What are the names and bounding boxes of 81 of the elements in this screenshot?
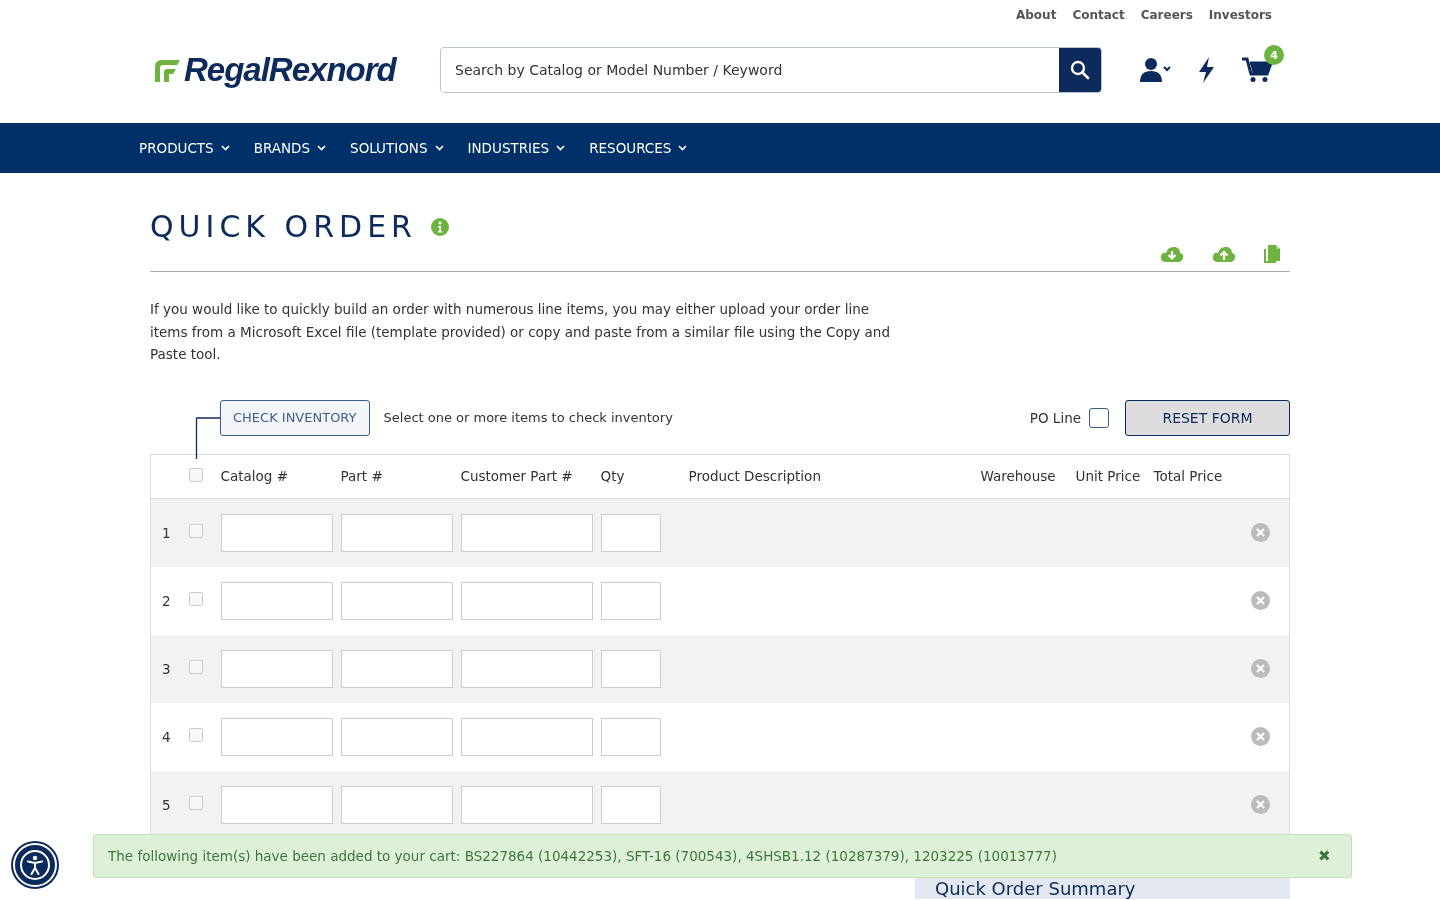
- top-link[interactable]: Investors: [1208, 8, 1272, 33]
- nav-menu-item[interactable]: RESOURCES: [589, 140, 688, 156]
- inventory-hint: Select one or more items to check inventory: [383, 410, 673, 425]
- column-header: Total Price: [1153, 468, 1223, 484]
- remove-row-icon[interactable]: [1251, 795, 1270, 814]
- close-button[interactable]: ✖: [1312, 847, 1337, 865]
- cart-added-message: The following item(s) have been added to your cart: BS227864 (10442253), SFT-16 (700543), 4SHSB1.12 (10287379), 1203225 (10013777): [108, 848, 1057, 864]
- catalog-input[interactable]: [220, 785, 333, 824]
- copy-icon[interactable]: [1264, 245, 1280, 263]
- customer-part-input[interactable]: [460, 649, 593, 688]
- leader-line: [194, 416, 220, 459]
- info-icon[interactable]: [430, 217, 449, 236]
- top-link[interactable]: About: [1016, 8, 1057, 33]
- account-icon[interactable]: [1140, 57, 1172, 83]
- page-title: QUICK ORDER: [150, 209, 417, 244]
- column-header: Qty: [600, 468, 625, 484]
- check-inventory-button[interactable]: CHECK INVENTORY: [220, 399, 370, 436]
- nav-menu-item[interactable]: SOLUTIONS: [350, 140, 444, 156]
- cart-button[interactable]: [1242, 57, 1272, 83]
- cloud-upload-icon[interactable]: [1212, 245, 1236, 263]
- column-header: Unit Price: [1075, 468, 1141, 484]
- po-line-label: PO Line: [1029, 409, 1081, 426]
- part-input[interactable]: [340, 513, 453, 552]
- catalog-input[interactable]: [220, 581, 333, 620]
- column-header: Catalog #: [220, 468, 288, 484]
- chevron-down-icon: [678, 145, 688, 151]
- customer-part-input[interactable]: [460, 581, 593, 620]
- part-input[interactable]: [340, 649, 453, 688]
- row-checkbox[interactable]: [188, 728, 203, 742]
- row-checkbox[interactable]: [188, 592, 203, 606]
- qty-input[interactable]: [600, 513, 661, 552]
- catalog-input[interactable]: [220, 717, 333, 756]
- cart-count-badge: 4: [1264, 45, 1284, 65]
- row-number: 5: [162, 796, 171, 813]
- row-number: 1: [162, 524, 171, 541]
- remove-row-icon[interactable]: [1251, 727, 1270, 746]
- row-number: 2: [162, 592, 171, 609]
- logo[interactable]: RegalRexnord: [152, 51, 440, 89]
- search-field[interactable]: Search by Catalog or Model Number / Keyword: [440, 47, 1102, 93]
- catalog-input[interactable]: [220, 513, 333, 552]
- column-header: Part #: [340, 468, 383, 484]
- column-header: Customer Part #: [460, 468, 573, 484]
- select-all-checkbox[interactable]: [188, 467, 203, 482]
- reset-form-button[interactable]: RESET FORM: [1125, 399, 1290, 436]
- column-header: Warehouse: [980, 468, 1056, 484]
- row-number: 3: [162, 660, 171, 677]
- chevron-down-icon: [317, 145, 327, 151]
- search-icon: [1070, 60, 1090, 80]
- instructions-text: If you would like to quickly build an order with numerous line items, you may either upload your order line items from a Microsoft Excel file (template provided) or copy and paste from a similar file using the Copy and Paste tool.: [150, 300, 891, 364]
- nav-menu-item[interactable]: PRODUCTS: [139, 140, 230, 156]
- chevron-down-icon: [220, 145, 230, 151]
- qty-input[interactable]: [600, 717, 661, 756]
- chevron-down-icon: [556, 145, 566, 151]
- top-link[interactable]: Careers: [1140, 8, 1193, 33]
- search-button[interactable]: [1059, 48, 1101, 92]
- summary-title: Quick Order Summary: [935, 877, 1137, 899]
- cloud-download-icon[interactable]: [1160, 245, 1184, 263]
- po-line-checkbox[interactable]: [1089, 407, 1109, 428]
- accessibility-icon: [19, 849, 51, 881]
- part-input[interactable]: [340, 581, 453, 620]
- remove-row-icon[interactable]: [1251, 659, 1270, 678]
- part-input[interactable]: [340, 717, 453, 756]
- remove-row-icon[interactable]: [1251, 591, 1270, 610]
- nav-menu-item[interactable]: INDUSTRIES: [467, 140, 566, 156]
- customer-part-input[interactable]: [460, 717, 593, 756]
- qty-input[interactable]: [600, 785, 661, 824]
- customer-part-input[interactable]: [460, 785, 593, 824]
- top-link[interactable]: Contact: [1072, 8, 1125, 33]
- catalog-input[interactable]: [220, 649, 333, 688]
- cart-icon: [1242, 57, 1272, 83]
- lightning-icon[interactable]: [1198, 57, 1216, 83]
- chevron-down-icon: [434, 145, 444, 151]
- nav-menu-item[interactable]: BRANDS: [253, 140, 327, 156]
- qty-input[interactable]: [600, 649, 661, 688]
- customer-part-input[interactable]: [460, 513, 593, 552]
- accessibility-button[interactable]: [13, 843, 57, 887]
- remove-row-icon[interactable]: [1251, 523, 1270, 542]
- part-input[interactable]: [340, 785, 453, 824]
- column-header: Product Description: [688, 468, 821, 484]
- qty-input[interactable]: [600, 581, 661, 620]
- row-number: 4: [162, 728, 171, 745]
